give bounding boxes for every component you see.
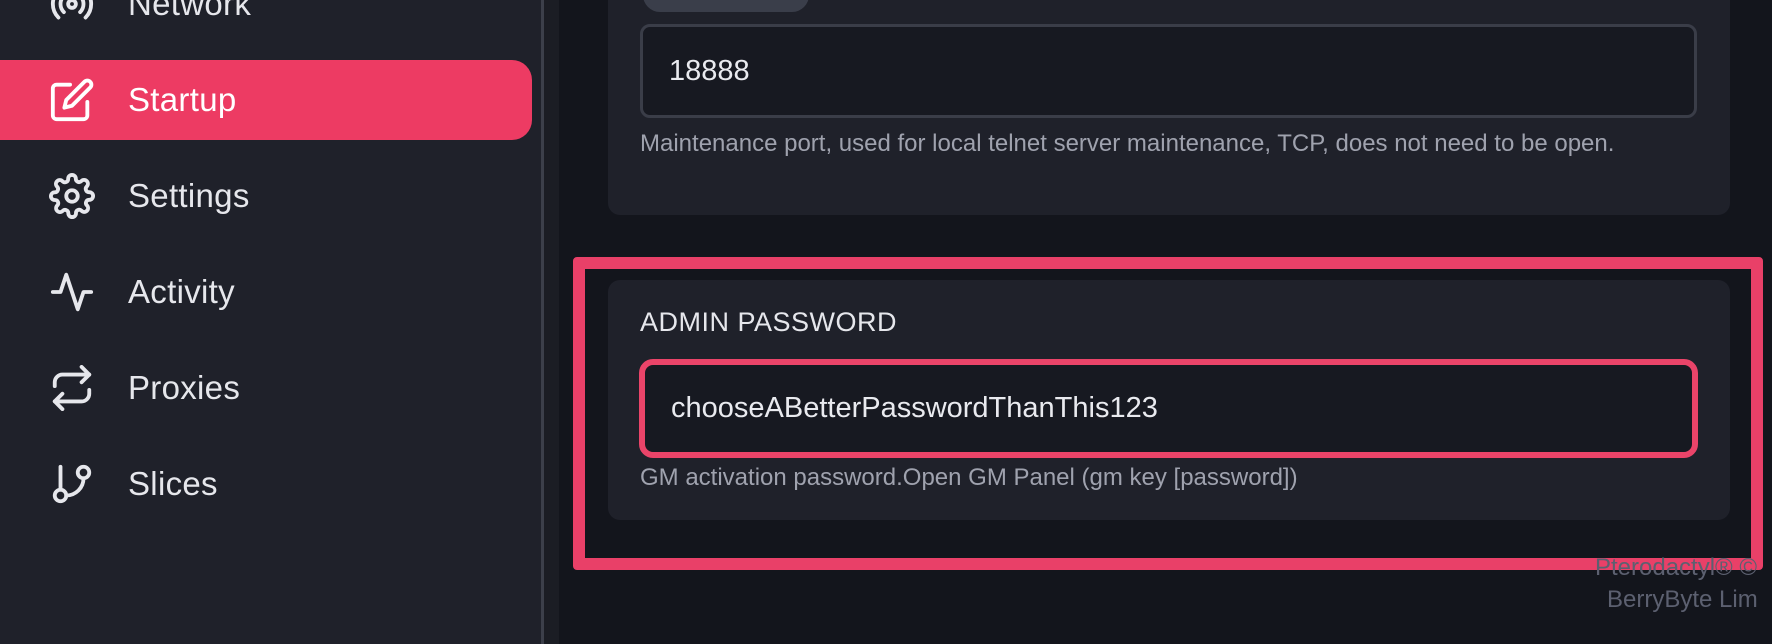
- sidebar-scrollbar[interactable]: [541, 0, 559, 644]
- maintenance-port-input[interactable]: 18888: [640, 24, 1697, 118]
- sidebar-item-network[interactable]: Network: [0, 0, 532, 44]
- gear-icon: [48, 172, 96, 220]
- sidebar-item-proxies[interactable]: Proxies: [0, 348, 532, 428]
- sidebar-item-label: Slices: [128, 465, 218, 502]
- variable-badge: [643, 0, 809, 12]
- footer-company: BerryByte Lim: [1607, 586, 1758, 613]
- edit-icon: [48, 76, 96, 124]
- sidebar: Network Startup Settings Activity Proxie…: [0, 0, 541, 644]
- sidebar-item-settings[interactable]: Settings: [0, 156, 532, 236]
- sidebar-item-label: Activity: [128, 273, 235, 310]
- sidebar-item-startup[interactable]: Startup: [0, 60, 532, 140]
- sidebar-item-label: Network: [128, 0, 252, 22]
- annotation-highlight-box: [573, 257, 1763, 570]
- maintenance-port-description: Maintenance port, used for local telnet …: [640, 130, 1615, 157]
- broadcast-icon: [48, 0, 96, 28]
- git-branch-icon: [48, 460, 96, 508]
- sidebar-item-label: Settings: [128, 177, 250, 214]
- sidebar-item-label: Proxies: [128, 369, 241, 406]
- sidebar-item-slices[interactable]: Slices: [0, 444, 532, 524]
- repeat-icon: [48, 364, 96, 412]
- app-window: Network Startup Settings Activity Proxie…: [0, 0, 1772, 644]
- sidebar-item-label: Startup: [128, 81, 237, 118]
- footer-copyright: Pterodactyl® ©: [1595, 554, 1758, 581]
- activity-icon: [48, 268, 96, 316]
- sidebar-item-activity[interactable]: Activity: [0, 252, 532, 332]
